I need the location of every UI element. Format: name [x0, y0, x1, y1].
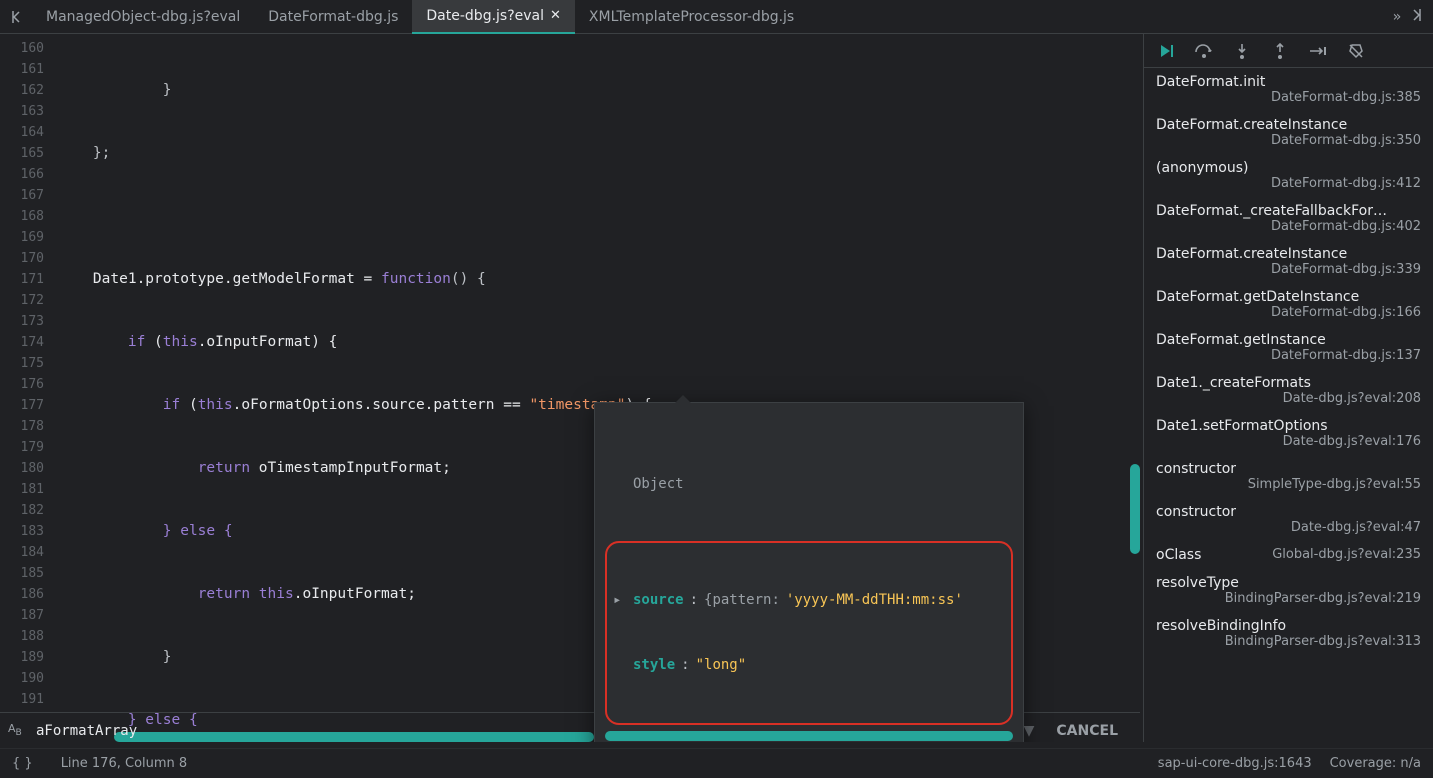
close-icon[interactable]: ✕	[550, 8, 561, 23]
callstack-frame[interactable]: DateFormat._createFallbackFor…DateFormat…	[1144, 197, 1433, 240]
tooltip-header: Object	[605, 474, 1013, 495]
tab-dateformat[interactable]: DateFormat-dbg.js	[254, 1, 412, 33]
status-file[interactable]: sap-ui-core-dbg.js:1643	[1158, 756, 1312, 771]
regex-icon[interactable]: AB	[8, 722, 28, 738]
step-out-icon[interactable]	[1268, 39, 1292, 63]
callstack-frame[interactable]: DateFormat.getInstanceDateFormat-dbg.js:…	[1144, 326, 1433, 369]
cancel-button[interactable]: CANCEL	[1042, 717, 1132, 745]
tab-managedobject[interactable]: ManagedObject-dbg.js?eval	[32, 1, 254, 33]
callstack-frame[interactable]: oClassGlobal-dbg.js?eval:235	[1144, 541, 1433, 569]
callstack-frame[interactable]: resolveBindingInfoBindingParser-dbg.js?e…	[1144, 612, 1433, 655]
callstack-frame[interactable]: Date1._createFormatsDate-dbg.js?eval:208	[1144, 369, 1433, 412]
tooltip-row-source[interactable]: ▸source: {pattern: 'yyyy-MM-ddTHH:mm:ss'	[613, 589, 1005, 612]
editor-vscroll[interactable]	[1130, 464, 1140, 554]
tooltip-row-style[interactable]: style: "long"	[613, 654, 1005, 677]
value-tooltip: Object ▸source: {pattern: 'yyyy-MM-ddTHH…	[594, 402, 1024, 742]
step-icon[interactable]	[1306, 39, 1330, 63]
right-pane: DateFormat.initDateFormat-dbg.js:385Date…	[1143, 34, 1433, 742]
deactivate-breakpoints-icon[interactable]	[1344, 39, 1368, 63]
callstack-frame[interactable]: DateFormat.createInstanceDateFormat-dbg.…	[1144, 111, 1433, 154]
tab-date-active[interactable]: Date-dbg.js?eval ✕	[412, 0, 575, 34]
callstack-frame[interactable]: resolveTypeBindingParser-dbg.js?eval:219	[1144, 569, 1433, 612]
debug-toolbar	[1144, 34, 1433, 68]
callstack-frame[interactable]: DateFormat.initDateFormat-dbg.js:385	[1144, 68, 1433, 111]
step-into-icon[interactable]	[1230, 39, 1254, 63]
resume-icon[interactable]	[1154, 39, 1178, 63]
callstack-frame[interactable]: constructorDate-dbg.js?eval:47	[1144, 498, 1433, 541]
tab-next-icon[interactable]	[1409, 7, 1425, 27]
code-area[interactable]: } }; Date1.prototype.getModelFormat = fu…	[54, 34, 1143, 742]
main-row: 160 161 162 163 164 165 166 167 168 169 …	[0, 34, 1433, 742]
gutter: 160 161 162 163 164 165 166 167 168 169 …	[0, 34, 54, 742]
tab-label: Date-dbg.js?eval	[426, 8, 544, 24]
cursor-position: Line 176, Column 8	[61, 756, 188, 771]
tab-xmltemplate[interactable]: XMLTemplateProcessor-dbg.js	[575, 1, 808, 33]
step-over-icon[interactable]	[1192, 39, 1216, 63]
callstack-frame[interactable]: DateFormat.createInstanceDateFormat-dbg.…	[1144, 240, 1433, 283]
tab-prev-icon[interactable]	[0, 0, 32, 34]
call-stack[interactable]: DateFormat.initDateFormat-dbg.js:385Date…	[1144, 68, 1433, 742]
status-bar: { } Line 176, Column 8 sap-ui-core-dbg.j…	[0, 748, 1433, 778]
braces-icon[interactable]: { }	[12, 756, 33, 771]
status-coverage: Coverage: n/a	[1330, 756, 1421, 771]
callstack-frame[interactable]: (anonymous)DateFormat-dbg.js:412	[1144, 154, 1433, 197]
editor-pane: 160 161 162 163 164 165 166 167 168 169 …	[0, 34, 1143, 742]
tooltip-highlight-box: ▸source: {pattern: 'yyyy-MM-ddTHH:mm:ss'…	[605, 541, 1013, 725]
tooltip-hscroll[interactable]	[605, 731, 1013, 741]
callstack-frame[interactable]: Date1.setFormatOptionsDate-dbg.js?eval:1…	[1144, 412, 1433, 455]
tabs-bar: ManagedObject-dbg.js?eval DateFormat-dbg…	[0, 0, 1433, 34]
next-match-icon[interactable]: ▼	[1024, 723, 1035, 739]
callstack-frame[interactable]: DateFormat.getDateInstanceDateFormat-dbg…	[1144, 283, 1433, 326]
callstack-frame[interactable]: constructorSimpleType-dbg.js?eval:55	[1144, 455, 1433, 498]
more-tabs-icon[interactable]: »	[1393, 9, 1401, 25]
